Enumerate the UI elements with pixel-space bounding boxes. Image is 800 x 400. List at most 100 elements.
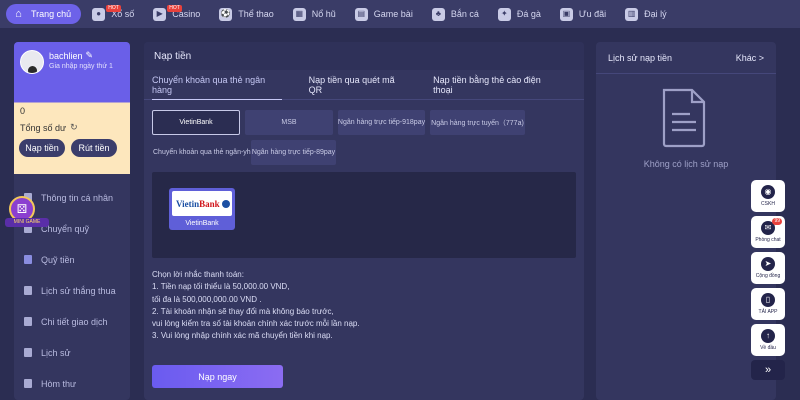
bank-option-vietinbank[interactable]: VietinBank <box>152 110 240 135</box>
agent-icon: ▥ <box>625 7 639 21</box>
note-line: vui lòng kiểm tra số tài khoản chính xác… <box>152 319 360 329</box>
document-icon <box>662 88 706 148</box>
menu-label: Lịch sử <box>41 347 71 358</box>
wallet-icon <box>24 255 32 264</box>
deposit-panel: Nạp tiền Chuyển khoản qua thẻ ngân hàng … <box>144 42 584 400</box>
bank-options: VietinBank MSB Ngân hàng trực tiếp-918pa… <box>152 110 576 170</box>
tool-label: CSKH <box>761 201 775 207</box>
tool-label: Về đầu <box>760 345 776 351</box>
nav-item-casino[interactable]: ▶ HOT Casino <box>145 4 208 24</box>
menu-label: Lịch sử thắng thua <box>41 285 116 296</box>
profile-card: bachlien ✎ Gia nhập ngày thứ 1 0 Tổng số… <box>14 42 130 174</box>
avatar[interactable] <box>20 50 44 74</box>
balance-label: Tổng số dư <box>20 122 67 133</box>
bank-account-box: Vietin Bank VietinBank <box>152 172 576 258</box>
deposit-tabs: Chuyển khoản qua thẻ ngân hàng Nạp tiền … <box>144 70 584 100</box>
history-icon <box>24 348 32 357</box>
headset-icon: ◉ <box>761 185 775 199</box>
phone-icon: ▯ <box>761 293 775 307</box>
nav-item-lottery[interactable]: ● HOT Xổ số <box>84 4 142 24</box>
empty-history-text: Không có lịch sử nạp <box>643 159 729 169</box>
refresh-icon[interactable]: ↻ <box>70 122 78 133</box>
fish-icon: ♣ <box>431 7 445 21</box>
menu-item-transactions[interactable]: Chi tiết giao dịch <box>14 306 130 337</box>
menu-label: Hòm thư <box>41 378 77 389</box>
promo-icon: ▣ <box>559 7 573 21</box>
menu-label: Chi tiết giao dịch <box>41 316 108 327</box>
nav-label: Game bài <box>373 9 413 19</box>
tab-qr[interactable]: Nạp tiền qua quét mã QR <box>309 70 407 100</box>
menu-label: Thông tin cá nhân <box>41 192 114 203</box>
bank-option-89pay[interactable]: Ngân hàng trực tiếp-89pay <box>251 140 336 165</box>
note-line: 3. Vui lòng nhập chính xác mã chuyển tiề… <box>152 331 333 341</box>
member-level: Gia nhập ngày thứ 1 <box>49 63 113 70</box>
nav-item-card-game[interactable]: ▤ Game bài <box>347 4 421 24</box>
tool-label: TẢI APP <box>758 309 778 315</box>
nav-label: Thể thao <box>238 9 274 19</box>
tab-bank-transfer[interactable]: Chuyển khoản qua thẻ ngân hàng <box>152 70 282 100</box>
deposit-button[interactable]: Nạp tiền <box>19 139 65 157</box>
lottery-icon: ● <box>92 7 106 21</box>
sports-icon: ⚽ <box>219 7 233 21</box>
history-title: Lịch sử nạp tiền <box>608 52 673 63</box>
hot-badge: HOT <box>106 5 121 12</box>
menu-item-fund[interactable]: Quỹ tiền <box>14 244 130 275</box>
tool-label: Phòng chat <box>755 237 781 243</box>
bank-card-vietinbank[interactable]: Vietin Bank VietinBank <box>169 188 235 230</box>
mini-game-badge[interactable]: ⚄ MINI GAME <box>5 196 49 232</box>
bank-option-yh[interactable]: Chuyển khoản qua thẻ ngân-yh <box>152 140 251 165</box>
nav-item-cockfight[interactable]: ✦ Đá gà <box>490 4 549 24</box>
bank-option-777a[interactable]: Ngân hàng trực tuyến（777a) <box>430 110 525 135</box>
community-button[interactable]: ➤ Cộng đồng <box>751 252 785 284</box>
balance-value: 0 <box>20 106 26 116</box>
support-button[interactable]: ◉ CSKH <box>751 180 785 212</box>
history-more-link[interactable]: Khác > <box>736 53 764 63</box>
nav-item-agent[interactable]: ▥ Đại lý <box>617 4 675 24</box>
top-nav: ⌂ Trang chủ ● HOT Xổ số ▶ HOT Casino ⚽ T… <box>0 0 800 28</box>
nav-label: Đá gà <box>516 9 541 19</box>
card-game-icon: ▤ <box>354 7 368 21</box>
nav-item-home[interactable]: ⌂ Trang chủ <box>6 4 82 24</box>
menu-item-inbox[interactable]: Hòm thư <box>14 368 130 399</box>
nav-item-sports[interactable]: ⚽ Thể thao <box>211 4 282 24</box>
chat-button[interactable]: 99 ✉ Phòng chat <box>751 216 785 248</box>
slots-icon: ▦ <box>292 7 306 21</box>
menu-item-history[interactable]: Lịch sử <box>14 337 130 368</box>
download-app-button[interactable]: ▯ TẢI APP <box>751 288 785 320</box>
page-title: Nạp tiền <box>144 42 584 70</box>
menu-item-win-loss[interactable]: Lịch sử thắng thua <box>14 275 130 306</box>
chat-badge: 99 <box>772 218 782 225</box>
note-line: 2. Tài khoản nhận sẽ thay đổi mà không b… <box>152 306 334 316</box>
send-icon: ➤ <box>761 257 775 271</box>
vietinbank-logo: Vietin Bank <box>172 191 232 216</box>
edit-icon[interactable]: ✎ <box>86 50 94 61</box>
casino-icon: ▶ <box>153 7 167 21</box>
bank-option-918pay[interactable]: Ngân hàng trực tiếp-918pay <box>338 110 425 135</box>
collapse-toolbar-button[interactable]: » <box>751 360 785 380</box>
bank-card-name: VietinBank <box>185 220 219 227</box>
payment-notes: Chọn lời nhắc thanh toán: 1. Tiền nạp tố… <box>152 269 360 343</box>
note-line: Chọn lời nhắc thanh toán: <box>152 270 244 279</box>
note-line: 1. Tiền nạp tối thiểu là 50,000.00 VND, <box>152 282 290 292</box>
calendar-icon <box>24 286 32 295</box>
floating-toolbar: ◉ CSKH 99 ✉ Phòng chat ➤ Cộng đồng ▯ TẢI… <box>751 180 787 380</box>
home-icon: ⌂ <box>15 7 22 20</box>
username: bachlien <box>49 50 83 61</box>
back-to-top-button[interactable]: ↑ Về đầu <box>751 324 785 356</box>
nav-item-fishing[interactable]: ♣ Bắn cá <box>424 4 487 24</box>
nav-label: Bắn cá <box>450 9 479 19</box>
bank-option-msb[interactable]: MSB <box>245 110 333 135</box>
deposit-history-panel: Lịch sử nạp tiền Khác > Không có lịch sử… <box>596 42 776 400</box>
mail-icon <box>24 379 32 388</box>
menu-label: Quỹ tiền <box>41 254 75 265</box>
nav-item-slots[interactable]: ▦ Nổ hũ <box>285 4 344 24</box>
deposit-now-button[interactable]: Nạp ngay <box>152 365 283 388</box>
receipt-icon <box>24 317 32 326</box>
tab-phone-card[interactable]: Nạp tiền bằng thẻ cào điện thoại <box>433 70 557 100</box>
cockfight-icon: ✦ <box>497 7 511 21</box>
nav-label: Trang chủ <box>31 9 72 19</box>
withdraw-button[interactable]: Rút tiền <box>71 139 117 157</box>
nav-label: Nổ hũ <box>311 9 336 19</box>
nav-item-promo[interactable]: ▣ Ưu đãi <box>552 4 614 24</box>
nav-label: Ưu đãi <box>578 9 607 19</box>
